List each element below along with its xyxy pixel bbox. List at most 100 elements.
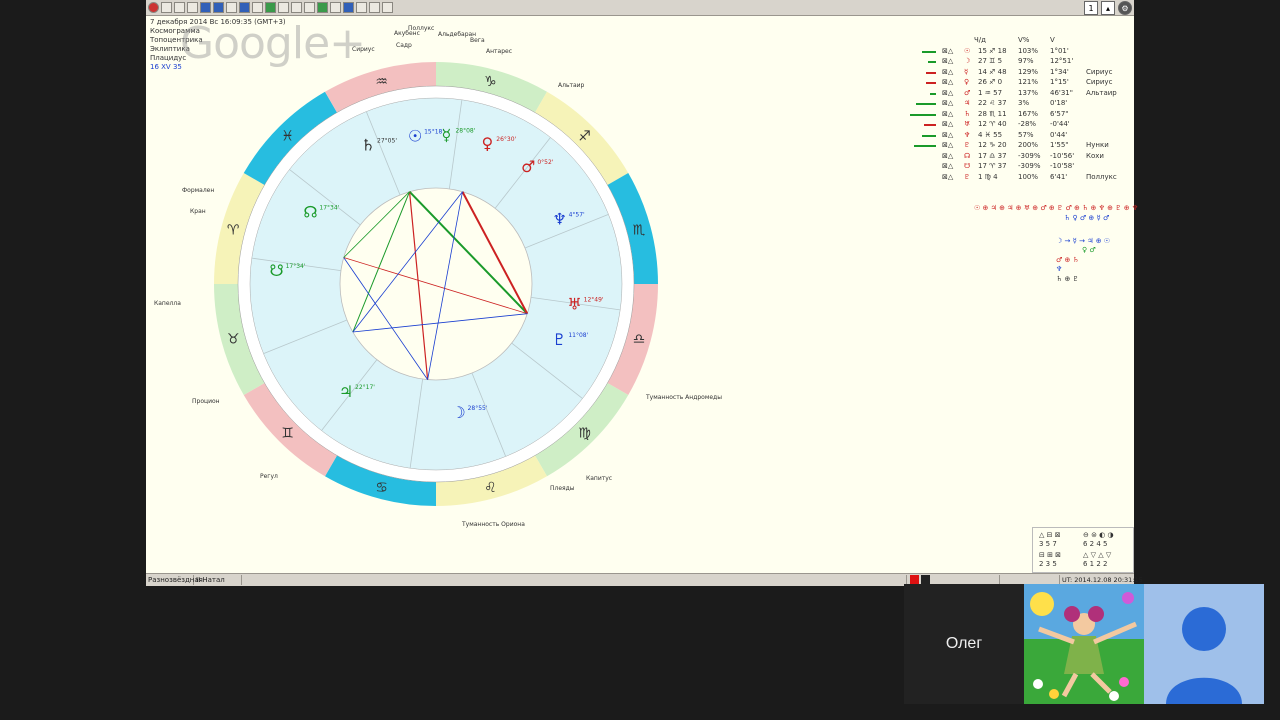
table-cell-pct: 103% xyxy=(1018,46,1039,55)
page-number-box[interactable]: 1 xyxy=(1084,1,1098,15)
cartoon-girl-image xyxy=(1024,584,1144,704)
planet-degree-label: 12°49' xyxy=(584,296,604,303)
legend-icons-2: ⊟ ⊞ ⊠ xyxy=(1039,551,1062,559)
chart-blue-button[interactable] xyxy=(200,2,211,13)
table-cell-sym: ♅ xyxy=(964,120,971,128)
legend-row-2: 2 3 5 xyxy=(1039,560,1057,568)
participant-name-tile[interactable]: Олег xyxy=(904,584,1024,704)
table-cell-pct: 57% xyxy=(1018,130,1034,139)
doc-button[interactable] xyxy=(304,2,315,13)
planet-degree-label: 28°55' xyxy=(468,405,488,412)
planet-glyph: ♂ xyxy=(521,157,535,176)
table-cell-note: Поллукс xyxy=(1086,172,1117,181)
new-chart-button[interactable] xyxy=(161,2,172,13)
strength-bar xyxy=(916,103,936,105)
legend-row-3: 6 2 4 5 xyxy=(1083,540,1108,548)
table-cell-v: -0'44' xyxy=(1050,120,1070,128)
progression-button[interactable] xyxy=(252,2,263,13)
participant-drawing-tile[interactable] xyxy=(1024,584,1144,704)
legend-row-1: 3 5 7 xyxy=(1039,540,1057,548)
tools-button[interactable] xyxy=(369,2,380,13)
grid-button[interactable] xyxy=(278,2,289,13)
strength-bar xyxy=(914,145,936,147)
save-button[interactable] xyxy=(187,2,198,13)
table-cell-boxes: ⊠△ xyxy=(942,130,954,139)
zodiac-sign-glyph: ♌ xyxy=(484,480,497,496)
zodiac-sign-glyph: ♓ xyxy=(281,129,294,145)
table-cell-pct: 129% xyxy=(1018,67,1039,76)
planet-degree-label: 17°34' xyxy=(286,263,306,270)
table-cell-v: 1°15' xyxy=(1050,78,1069,86)
aspect-button[interactable] xyxy=(226,2,237,13)
table-cell-pct: 200% xyxy=(1018,141,1039,149)
scroll-up-icon[interactable]: ▴ xyxy=(1101,1,1115,15)
aspect-legend: △ ⊟ ⊠ 3 5 7 ⊟ ⊞ ⊠ 2 3 5 ⊖ ⊜ ◐ ◑ 6 2 4 5 … xyxy=(1032,527,1134,573)
table-cell-sym: ♇ xyxy=(964,172,971,181)
table-cell-pct: -309% xyxy=(1018,162,1041,170)
table-cell-v: 46'31" xyxy=(1050,88,1073,97)
planet-glyph: ♇ xyxy=(552,330,566,349)
aspect-line-4: ♀ ♂ xyxy=(1082,246,1096,254)
aspect-line-1: ☉ ⊕ ♃ ⊕ ♃ ⊕ ♅ ⊕ ♂ ⊕ ♇ ♂ ⊕ ♄ ⊕ ♆ ⊕ ♇ ⊕ ♆ xyxy=(974,204,1139,212)
table-cell-note: Нунки xyxy=(1086,141,1109,149)
transit-button[interactable] xyxy=(239,2,250,13)
label-orion: Туманность Ориона xyxy=(462,521,525,528)
table-button[interactable] xyxy=(213,2,224,13)
table-cell-sym: ☋ xyxy=(964,162,971,170)
table-cell-v: -10'58' xyxy=(1050,162,1075,170)
participant-avatar-tile[interactable] xyxy=(1144,584,1264,704)
table-cell-sym: ♃ xyxy=(964,99,971,107)
table-cell-boxes: ⊠△ xyxy=(942,172,954,181)
table-cell-note: Сириус xyxy=(1086,78,1113,86)
planet-degree-label: 22°17' xyxy=(355,384,375,391)
table-cell-boxes: ⊠△ xyxy=(942,141,954,149)
zodiac-sign-glyph: ♉ xyxy=(227,331,240,347)
legend-row-4: 6 1 2 2 xyxy=(1083,560,1108,568)
table-cell-pos: 17 ♎ 37 xyxy=(978,151,1007,160)
label-kapella: Капелла xyxy=(154,300,181,307)
map-button[interactable] xyxy=(265,2,276,13)
table-cell-sym: ♆ xyxy=(964,130,971,139)
label-pollux: Поллукс xyxy=(408,25,435,32)
scissors-button[interactable] xyxy=(356,2,367,13)
table-cell-pos: 28 ♏ 11 xyxy=(978,109,1007,118)
planet-degree-label: 0°52' xyxy=(537,159,553,166)
status-empty xyxy=(242,575,907,585)
list-button[interactable] xyxy=(291,2,302,13)
strength-bar xyxy=(922,50,936,53)
planet-degree-label: 17°34' xyxy=(319,205,339,212)
natal-chart-wheel[interactable]: ♑♐♏♎♍♌♋♊♉♈♓♒☉ 15°18'☿ 28°08'♀ 26°30'♂ 0°52'♃… xyxy=(206,54,666,514)
table-cell-sym: ☊ xyxy=(964,151,971,160)
avatar-icon xyxy=(1166,607,1242,704)
status-chart: II Натал xyxy=(194,575,242,585)
planet-degree-label: 4°57' xyxy=(569,211,585,218)
table-cell-pos: 26 ♐ 0 xyxy=(978,78,1003,86)
aspect-line-5: ♂ ⊕ ♄ xyxy=(1056,256,1079,264)
table-cell-pct: 167% xyxy=(1018,109,1039,118)
status-mode: Разнозвёздная xyxy=(148,575,203,585)
settings-button[interactable] xyxy=(330,2,341,13)
gear-icon[interactable]: ⚙ xyxy=(1118,1,1132,15)
zodiac-sign-glyph: ♋ xyxy=(375,480,388,496)
table-cell-pos: 15 ♐ 18 xyxy=(978,46,1007,55)
print-button[interactable] xyxy=(317,2,328,13)
planet-glyph: ☋ xyxy=(269,261,283,280)
table-cell-note: Сириус xyxy=(1086,67,1113,76)
open-button[interactable] xyxy=(174,2,185,13)
table-cell-v: 0'18' xyxy=(1050,99,1068,107)
table-cell-pct: 3% xyxy=(1018,99,1030,107)
planet-glyph: ♄ xyxy=(361,136,375,155)
strength-bar xyxy=(922,134,936,137)
label-sirius: Сириус xyxy=(352,46,375,53)
hand-button[interactable] xyxy=(382,2,393,13)
table-cell-pos: 14 ♐ 48 xyxy=(978,67,1007,76)
zodiac-sign-glyph: ♎ xyxy=(633,331,646,347)
stop-indicator-icon xyxy=(921,575,930,584)
legend-icons-1: △ ⊟ ⊠ xyxy=(1039,531,1061,539)
planet-degree-label: 26°30' xyxy=(496,136,516,143)
stop-icon[interactable] xyxy=(148,2,159,13)
planet-glyph: ☽ xyxy=(451,403,465,422)
calc-button[interactable] xyxy=(343,2,354,13)
aspect-line-3: ☽ → ☿ → ♃ ⊕ ☉ xyxy=(1056,237,1111,245)
zodiac-sign-glyph: ♈ xyxy=(227,223,240,239)
